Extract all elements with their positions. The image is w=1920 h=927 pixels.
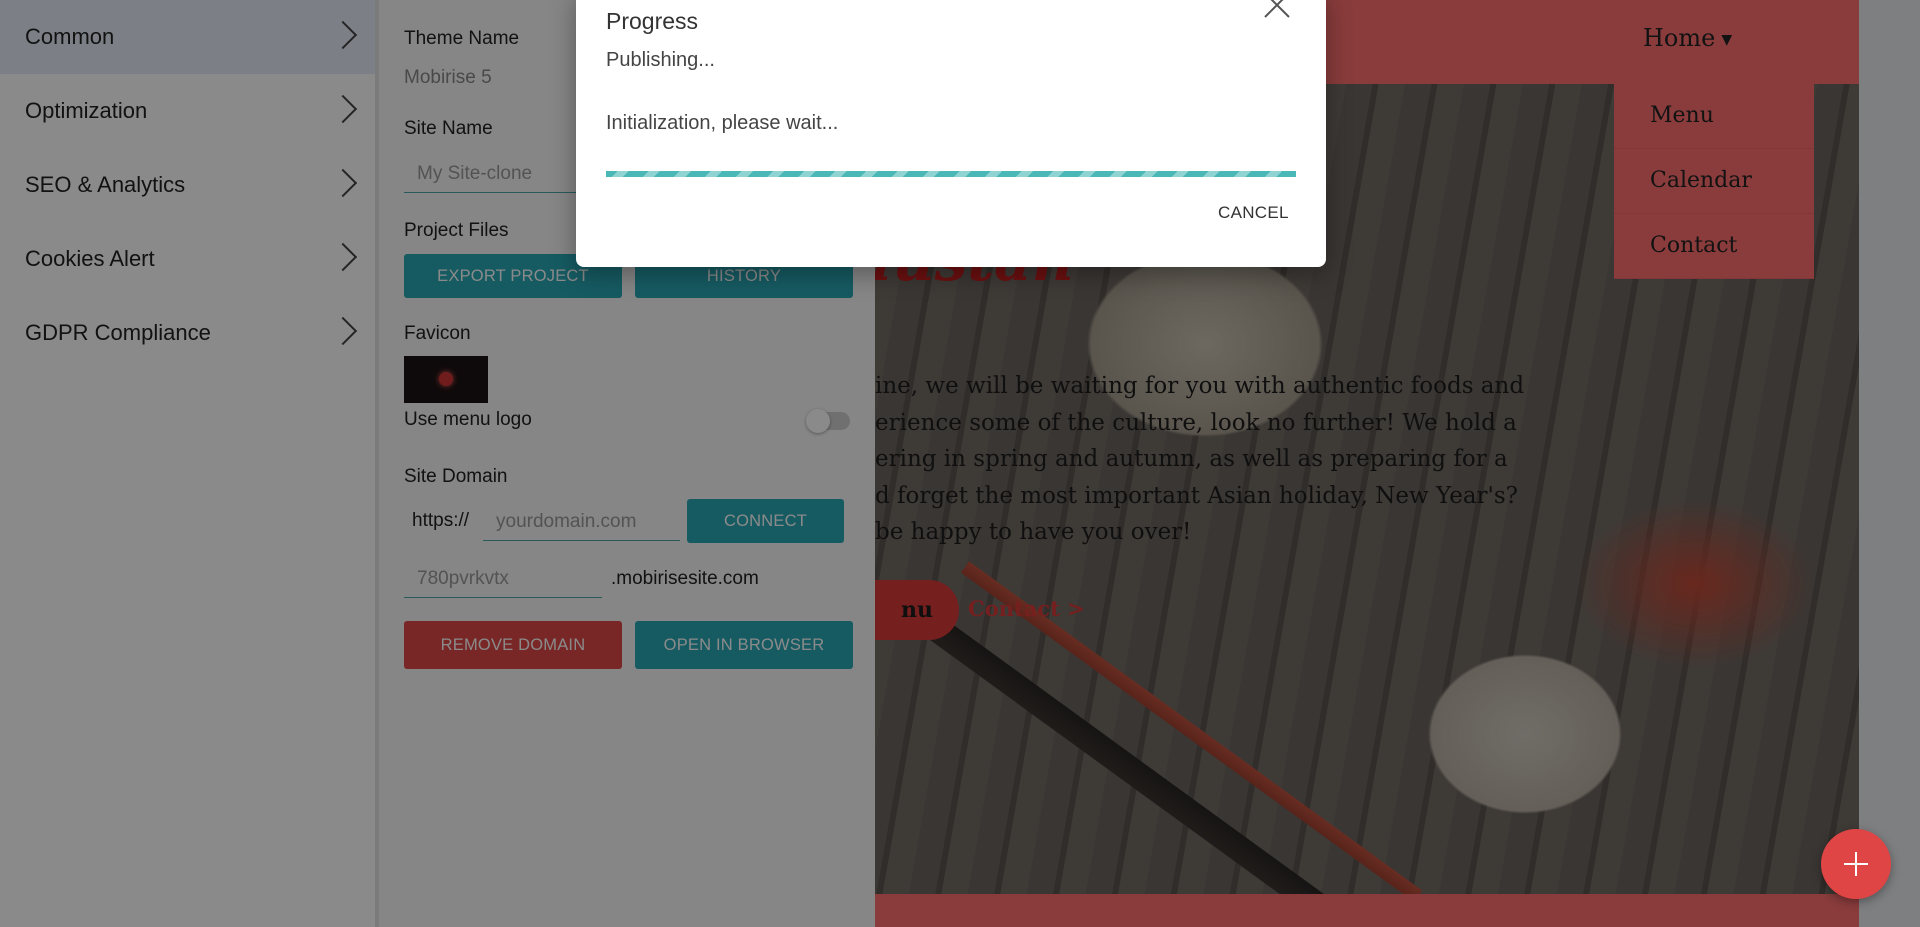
progress-bar-fill <box>606 171 1296 177</box>
add-block-button[interactable] <box>1821 829 1891 899</box>
progress-dialog: Progress Publishing... Initialization, p… <box>576 0 1326 267</box>
progress-message: Initialization, please wait... <box>606 112 839 134</box>
plus-icon <box>1855 852 1857 876</box>
progress-status: Publishing... <box>606 49 715 71</box>
cancel-button[interactable]: CANCEL <box>1206 198 1301 228</box>
close-icon-graphic <box>1264 0 1290 18</box>
dialog-title: Progress <box>606 8 699 34</box>
progress-bar <box>606 171 1296 177</box>
close-icon[interactable] <box>1262 0 1292 20</box>
